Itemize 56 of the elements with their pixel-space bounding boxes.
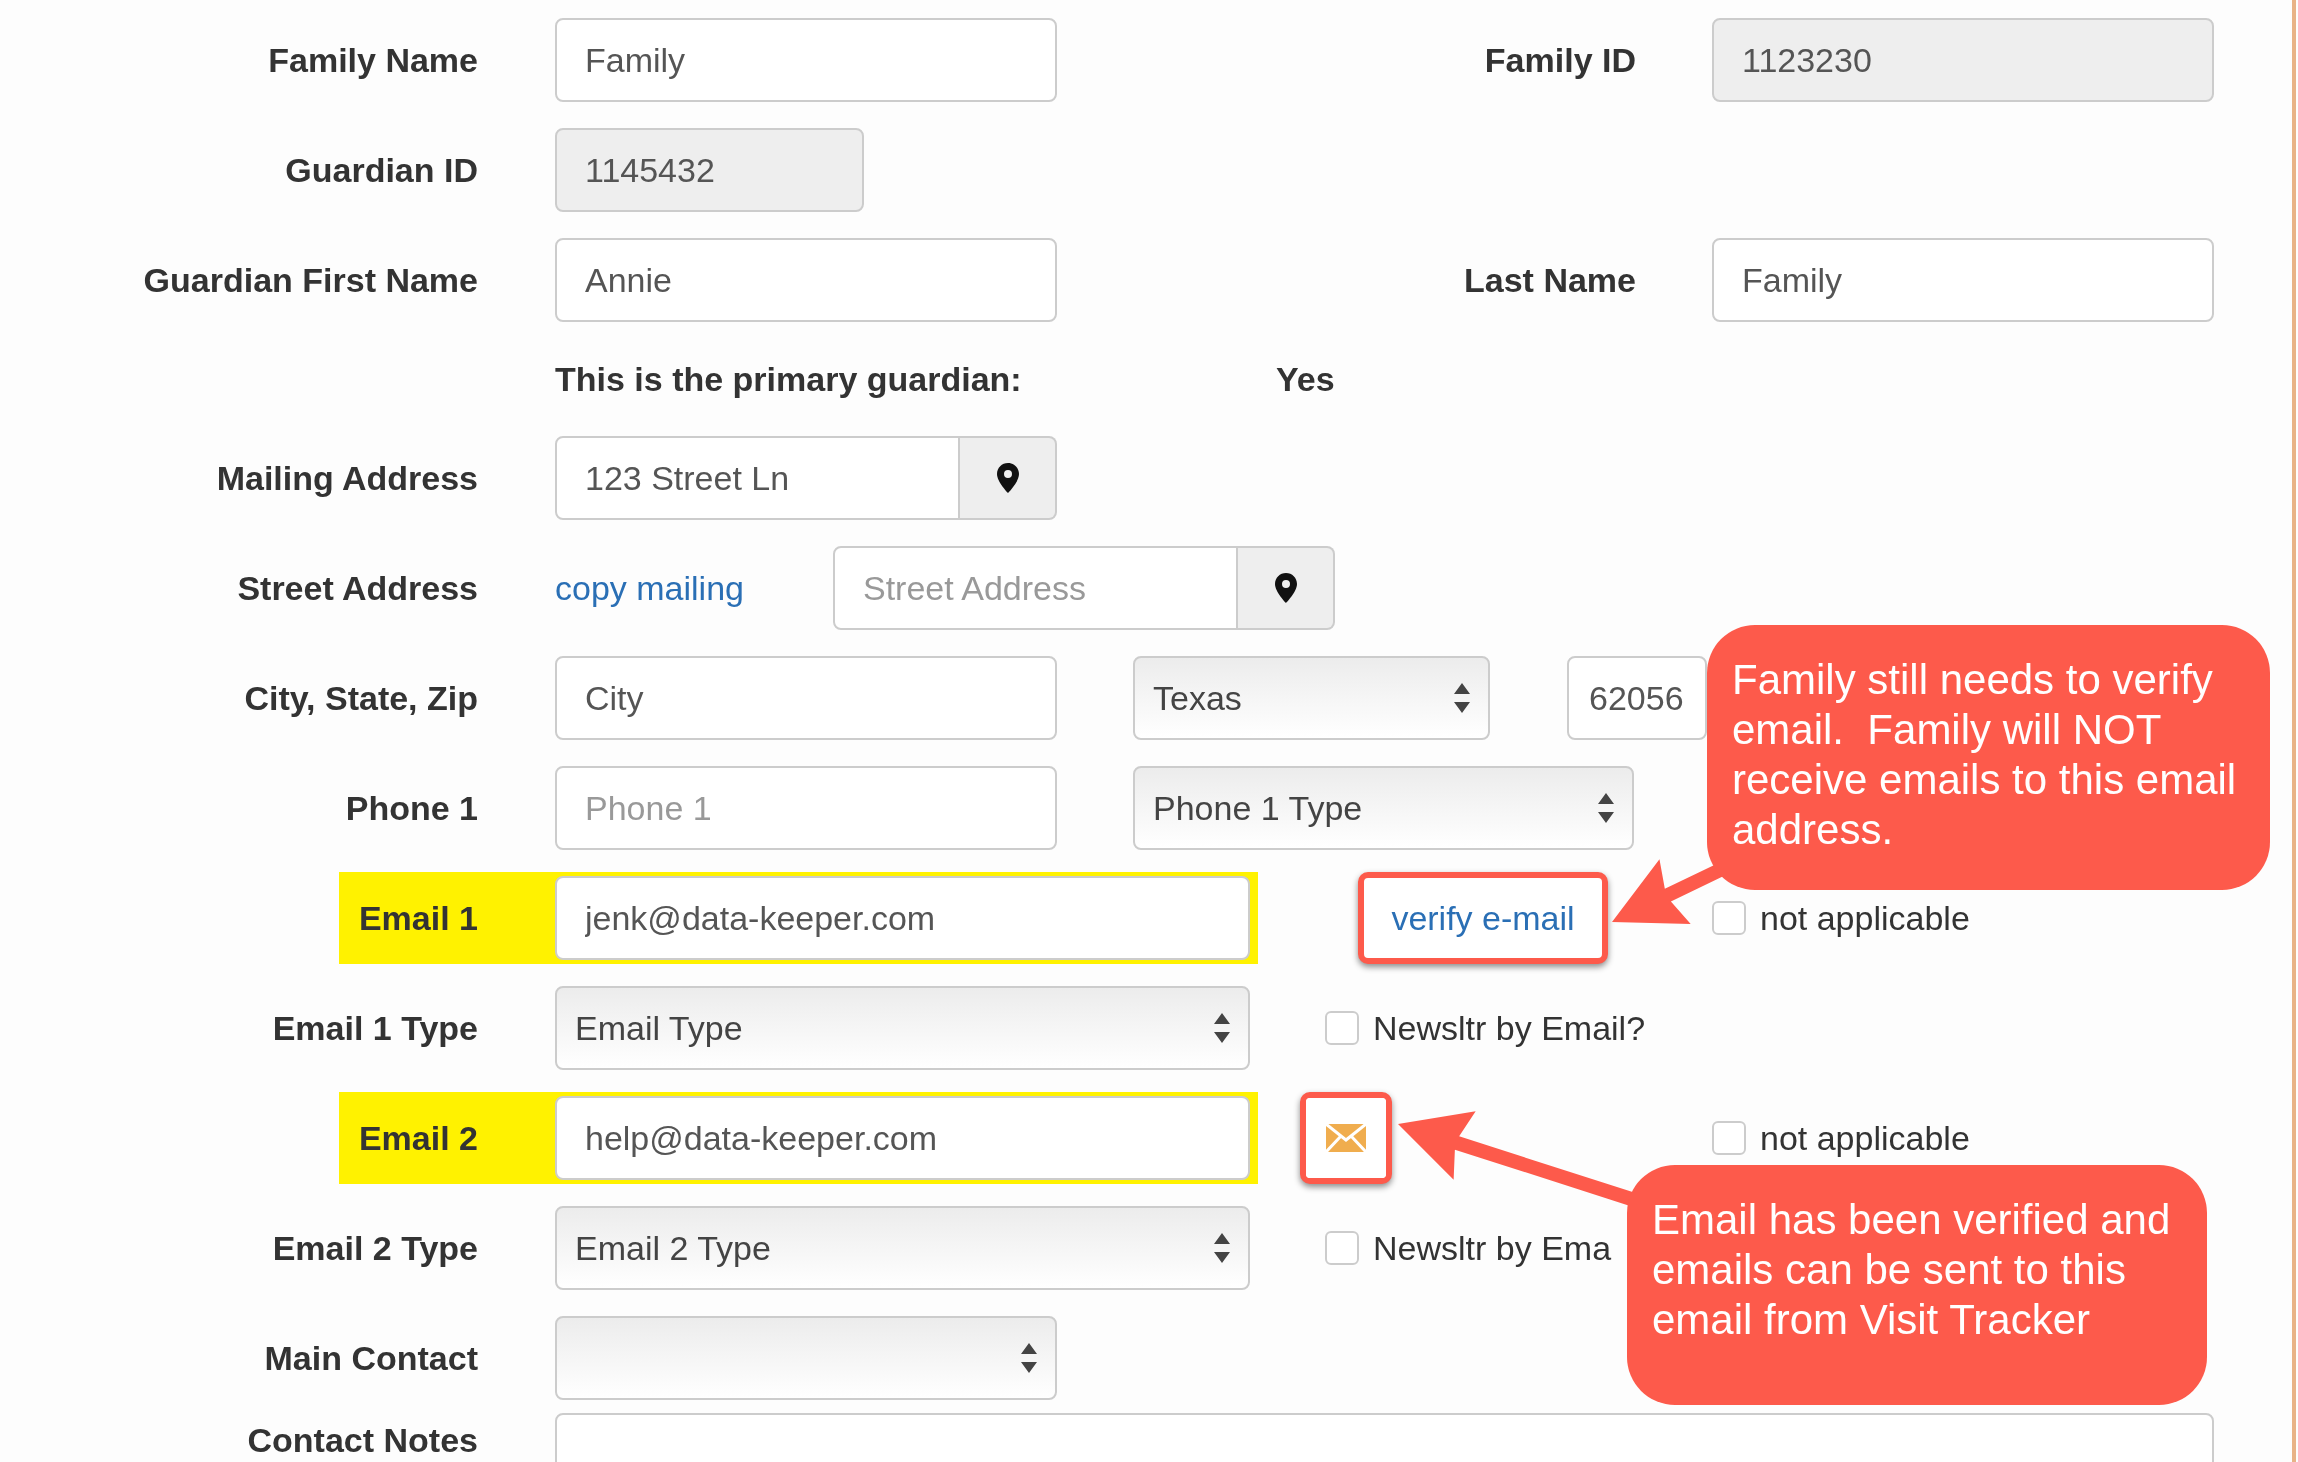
text-field[interactable]: Family [555,18,1057,102]
up-down-arrows-icon [1021,1343,1037,1373]
up-down-arrows-icon [1214,1233,1230,1263]
text-field[interactable]: 1123230 [1712,18,2214,102]
field-label: Guardian First Name [143,260,478,300]
field-label: Email 2 Type [272,1228,478,1268]
field-label: Mailing Address [216,458,478,498]
dropdown[interactable]: Phone 1 Type [1133,766,1634,850]
field-label: Main Contact [264,1338,478,1378]
field-value: Yes [1276,359,1335,398]
field-label: Last Name [1463,260,1636,300]
up-down-arrows-icon [1214,1013,1230,1043]
address-field[interactable]: 123 Street Ln [555,436,960,520]
text-field[interactable]: 62056 [1567,656,1707,740]
field-label: This is the primary guardian: [555,359,1022,398]
field-label: Email 1 [358,898,478,938]
field-label: City, State, Zip [244,678,478,718]
field-label: Contact Notes [247,1421,478,1460]
map-pin-icon [1274,573,1297,603]
text-field[interactable]: Annie [555,238,1057,322]
map-pin-button[interactable] [1238,546,1335,630]
dropdown[interactable] [555,1316,1057,1400]
callout: Email has been verified and emails can be sent to this email from Visit Tracker [1627,1165,2207,1405]
text-field[interactable]: Family [1712,238,2214,322]
map-pin-icon [996,463,1019,493]
map-pin-button[interactable] [960,436,1057,520]
text-field[interactable]: 1145432 [555,128,864,212]
up-down-arrows-icon [1454,683,1470,713]
field-label: Street Address [237,568,478,608]
field-label: Phone 1 [345,788,478,828]
envelope-icon [1326,1124,1366,1152]
checkbox-label: Newsltr by Ema [1373,1228,1612,1268]
field-label: Guardian ID [285,150,478,190]
text-field[interactable]: Phone 1 [555,766,1057,850]
callout: Family still needs to verify email. Family will NOT receive emails to this email address. [1707,625,2270,890]
address-field[interactable]: Street Address [833,546,1238,630]
checkbox[interactable] [1712,1121,1746,1155]
checkbox-label: not applicable [1760,1118,1970,1158]
dropdown[interactable]: Email 2 Type [555,1206,1250,1290]
link[interactable]: verify e-mail [1391,898,1575,938]
text-field[interactable]: City [555,656,1057,740]
checkbox[interactable] [1325,1231,1359,1265]
link[interactable]: copy mailing [555,568,744,608]
email-button[interactable] [1306,1098,1386,1178]
field-label: Family Name [268,40,478,80]
checkbox[interactable] [1325,1011,1359,1045]
checkbox-label: Newsltr by Email? [1373,1008,1646,1048]
checkbox[interactable] [1712,901,1746,935]
dropdown[interactable]: Email Type [555,986,1250,1070]
field-label: Family ID [1483,40,1636,80]
text-field[interactable]: help@data-keeper.com [555,1096,1250,1180]
checkbox-label: not applicable [1760,898,1970,938]
field-label: Email 1 Type [272,1008,478,1048]
dropdown[interactable]: Texas [1133,656,1490,740]
field-label: Email 2 [358,1118,478,1158]
up-down-arrows-icon [1598,793,1614,823]
